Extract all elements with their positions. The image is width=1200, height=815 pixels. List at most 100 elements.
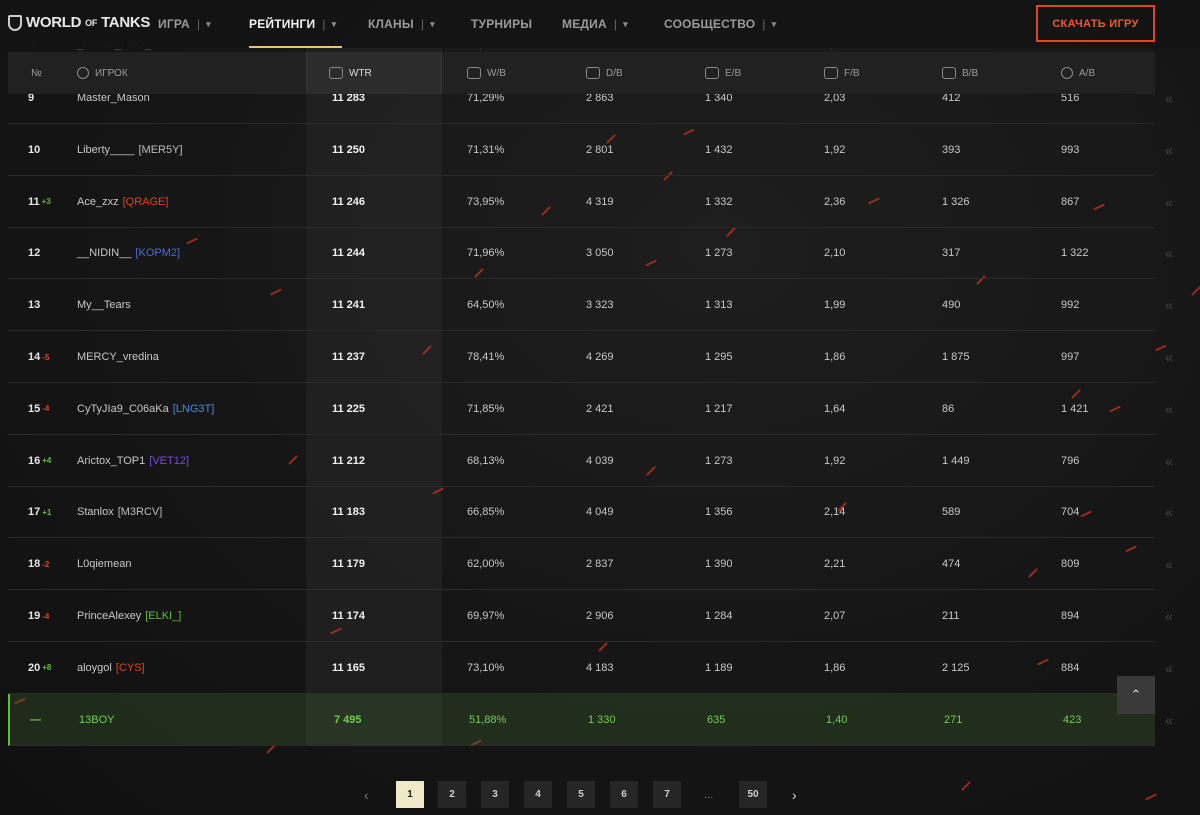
wtr: 11 244 — [332, 247, 366, 260]
table-row[interactable]: 14 -5 MERCY_vredina 11 237 78,41% 4 269 1 295 1… — [8, 331, 1155, 383]
expand-arrow-icon[interactable]: « — [1165, 694, 1173, 746]
world-of-tanks-logo[interactable]: WORLD OF TANKS — [8, 14, 150, 31]
table-row[interactable]: 16 +4 Arictox_TOP1 [VET12] 11 212 68,13% 4 039… — [8, 435, 1155, 487]
fb: 1,92 — [824, 454, 846, 467]
eb: 635 — [707, 714, 726, 726]
player-cell[interactable]: Liberty____ [MER5Y] — [77, 124, 183, 176]
header-player[interactable]: ИГРОК — [77, 52, 128, 94]
page-button-2[interactable]: 2 — [438, 781, 466, 808]
player-name[interactable]: Stanlox — [77, 506, 114, 518]
table-row-current-player[interactable]: — 13BOY 7 495 51,88% 1 330 635 1,40 271 … — [8, 694, 1155, 746]
clan-tag[interactable]: [CYS] — [116, 662, 145, 674]
table-row[interactable]: 13 My__Tears 11 241 64,50% 3 323 1 313 1,99 490… — [8, 279, 1155, 332]
page-button-3[interactable]: 3 — [481, 781, 509, 808]
wb: 78,41% — [467, 351, 505, 363]
header-wtr[interactable]: WTR — [306, 52, 442, 94]
expand-arrow-icon[interactable]: « — [1165, 486, 1173, 538]
table-row[interactable]: 11 +3 Ace_zxz [QRAGE] 11 246 73,95% 4 319 1 332… — [8, 176, 1155, 228]
player-cell[interactable]: __NIDIN__ [KOPM2] — [77, 227, 180, 279]
expand-arrow-icon[interactable]: « — [1165, 383, 1173, 435]
player-name[interactable]: 13BOY — [79, 694, 114, 746]
table-row[interactable]: 19 -4 PrinceAlexey [ELKI_] 11 174 69,97% 2 906… — [8, 590, 1155, 642]
scroll-to-top-button[interactable]: ⌃ — [1117, 676, 1155, 714]
table-row[interactable]: 10 Liberty____ [MER5Y] 11 250 71,31% 2 801 1 4… — [8, 124, 1155, 176]
nav-item-clans[interactable]: КЛАНЫ | ▾ — [368, 0, 435, 48]
expand-arrow-icon[interactable]: « — [1165, 72, 1173, 124]
player-name[interactable]: PrinceAlexey — [77, 610, 141, 622]
clan-tag[interactable]: [LNG3T] — [173, 403, 215, 415]
player-cell[interactable]: My__Tears — [77, 279, 131, 331]
expand-arrow-icon[interactable]: « — [1165, 538, 1173, 590]
nav-item-community[interactable]: СООБЩЕСТВО | ▾ — [664, 0, 776, 48]
bb: 1 875 — [942, 351, 970, 363]
nav-item-ratings[interactable]: РЕЙТИНГИ | ▾ — [249, 0, 343, 48]
header-eb[interactable]: E/B — [705, 52, 741, 94]
page-button-6[interactable]: 6 — [610, 781, 638, 808]
player-cell[interactable]: Ace_zxz [QRAGE] — [77, 176, 168, 228]
header-fb[interactable]: F/B — [824, 52, 860, 94]
player-cell[interactable]: PrinceAlexey [ELKI_] — [77, 590, 181, 642]
nav-item-media[interactable]: МЕДИА | ▾ — [562, 0, 628, 48]
expand-arrow-icon[interactable]: « — [1165, 124, 1173, 176]
player-name[interactable]: Arictox_TOP1 — [77, 455, 145, 467]
clan-tag[interactable]: [KOPM2] — [135, 247, 180, 259]
player-cell[interactable]: L0qiemean — [77, 538, 131, 590]
clan-tag[interactable]: [ELKI_] — [145, 610, 181, 622]
player-name[interactable]: __NIDIN__ — [77, 247, 131, 259]
clan-tag[interactable]: [VET12] — [149, 455, 189, 467]
nav-item-game[interactable]: ИГРА | ▾ — [158, 0, 211, 48]
player-cell[interactable]: Arictox_TOP1 [VET12] — [77, 435, 189, 487]
spark — [1191, 286, 1200, 296]
pagination-next-button[interactable]: › — [792, 781, 797, 808]
wtr: 11 179 — [332, 558, 366, 571]
page-button-last[interactable]: 50 — [739, 781, 767, 808]
rank: 13 — [28, 299, 41, 312]
expand-arrow-icon[interactable]: « — [1165, 176, 1173, 228]
player-cell[interactable]: CyTyJIa9_C06aKa [LNG3T] — [77, 383, 214, 435]
header-bb[interactable]: B/B — [942, 52, 978, 94]
player-cell[interactable]: MERCY_vredina — [77, 331, 159, 383]
page-button-1[interactable]: 1 — [396, 781, 424, 808]
player-name[interactable]: MERCY_vredina — [77, 351, 159, 363]
expand-arrow-icon[interactable]: « — [1165, 590, 1173, 642]
table-row[interactable]: 12 __NIDIN__ [KOPM2] 11 244 71,96% 3 050 1 273… — [8, 227, 1155, 280]
player-name[interactable]: Liberty____ — [77, 144, 135, 156]
pagination-prev-button[interactable]: ‹ — [364, 781, 369, 808]
expand-arrow-icon[interactable]: « — [1165, 435, 1173, 487]
player-name[interactable]: aloygol — [77, 662, 112, 674]
db: 4 049 — [586, 506, 614, 519]
player-name[interactable]: CyTyJIa9_C06aKa — [77, 403, 169, 415]
player-name[interactable]: L0qiemean — [77, 558, 131, 570]
expand-arrow-icon[interactable]: « — [1165, 227, 1173, 279]
page-button-4[interactable]: 4 — [524, 781, 552, 808]
header-wb[interactable]: W/B — [467, 52, 506, 94]
table-row[interactable]: 17 +1 Stanlox [M3RCV] 11 183 66,85% 4 049 1 356… — [8, 486, 1155, 539]
header-ab[interactable]: A/B — [1061, 52, 1095, 94]
clan-tag[interactable]: [QRAGE] — [123, 196, 169, 208]
header-db[interactable]: D/B — [586, 52, 623, 94]
fb: 1,86 — [824, 351, 846, 363]
expand-arrow-icon[interactable]: « — [1165, 331, 1173, 383]
player-cell[interactable]: Stanlox [M3RCV] — [77, 486, 162, 538]
rank: 17 +1 — [28, 506, 52, 519]
clan-tag[interactable]: [M3RCV] — [118, 506, 163, 518]
player-name[interactable]: Ace_zxz — [77, 196, 119, 208]
wtr: 11 183 — [332, 506, 366, 519]
fb: 1,92 — [824, 143, 846, 156]
page-button-5[interactable]: 5 — [567, 781, 595, 808]
header-fb-label: F/B — [844, 67, 860, 79]
expand-arrow-icon[interactable]: « — [1165, 279, 1173, 331]
download-game-button[interactable]: СКАЧАТЬ ИГРУ — [1036, 5, 1155, 42]
player-cell[interactable]: aloygol [CYS] — [77, 642, 145, 694]
header-rank[interactable]: № — [31, 52, 42, 94]
blocked-shield-icon — [942, 67, 956, 79]
page-button-7[interactable]: 7 — [653, 781, 681, 808]
table-row[interactable]: 20 +8 aloygol [CYS] 11 165 73,10% 4 183 1 189 1,… — [8, 642, 1155, 694]
table-row[interactable]: 15 -4 CyTyJIa9_C06aKa [LNG3T] 11 225 71,85% 2 … — [8, 383, 1155, 435]
expand-arrow-icon[interactable]: « — [1165, 642, 1173, 694]
nav-item-tournaments[interactable]: ТУРНИРЫ — [471, 0, 532, 48]
wb: 68,13% — [467, 454, 505, 467]
player-name[interactable]: My__Tears — [77, 299, 131, 311]
table-row[interactable]: 18 -2 L0qiemean 11 179 62,00% 2 837 1 390 2,21 4… — [8, 538, 1155, 591]
clan-tag[interactable]: [MER5Y] — [139, 144, 183, 156]
